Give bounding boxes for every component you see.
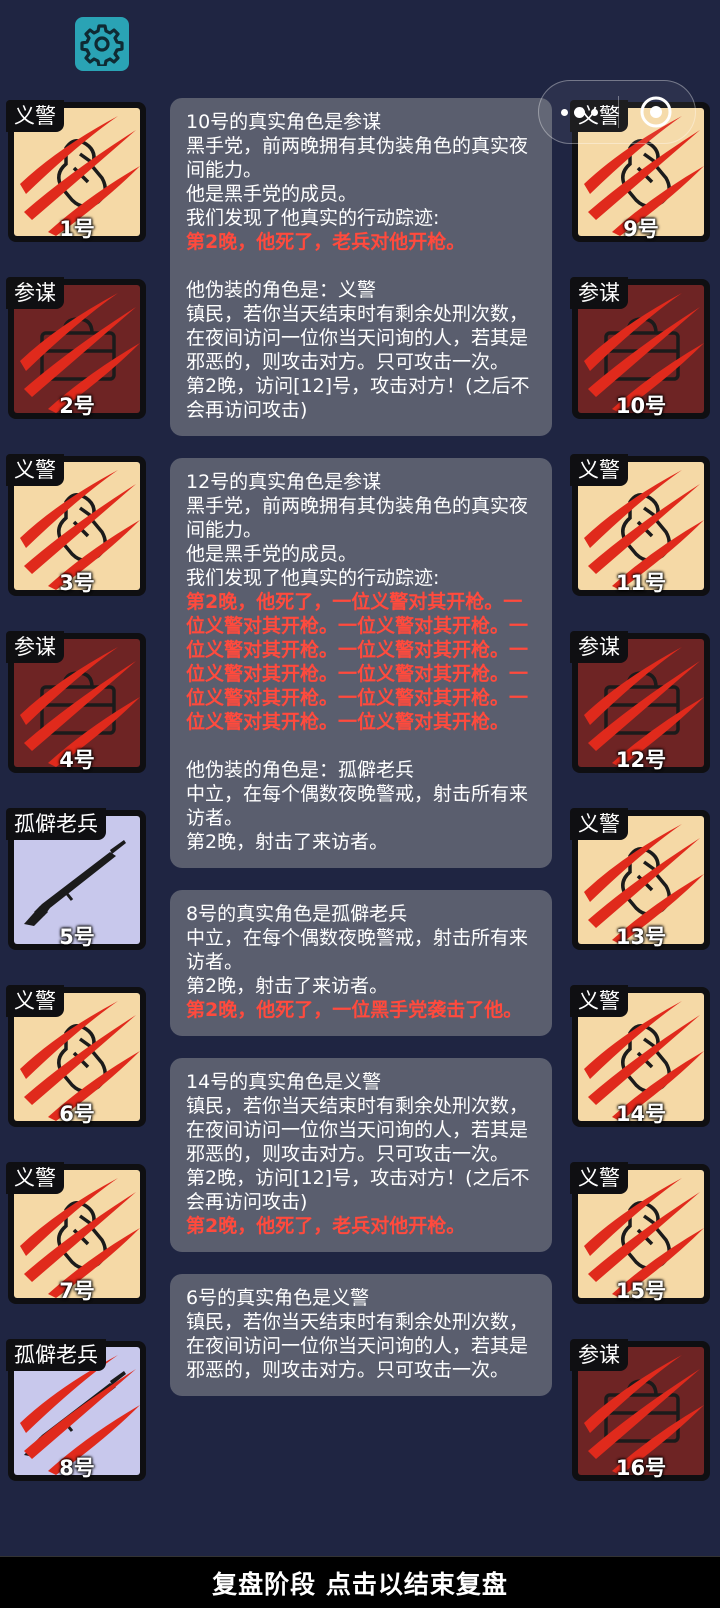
role-tag: 参谋 xyxy=(6,631,64,663)
player-number: 5号 xyxy=(59,925,95,949)
message-line: 他伪装的角色是：义警 xyxy=(186,279,377,301)
message-line: 镇民，若你当天结束时有剩余处刑次数，在夜间访问一位你当天问询的人，若其是邪恶的，… xyxy=(186,1095,529,1165)
message-line: 他是黑手党的成员。 xyxy=(186,543,358,565)
message-line: 10号的真实角色是参谋 xyxy=(186,111,382,133)
player-number: 4号 xyxy=(59,748,95,772)
message-line: 6号的真实角色是义警 xyxy=(186,1287,370,1309)
role-tag: 孤僻老兵 xyxy=(6,808,106,840)
review-message: 14号的真实角色是义警 镇民，若你当天结束时有剩余处刑次数，在夜间访问一位你当天问… xyxy=(170,1058,552,1252)
player-number: 13号 xyxy=(615,925,667,949)
role-tag: 参谋 xyxy=(6,277,64,309)
message-line: 黑手党，前两晚拥有其伪装角色的真实夜间能力。 xyxy=(186,495,529,541)
role-tag: 义警 xyxy=(570,808,628,840)
review-message: 10号的真实角色是参谋 黑手党，前两晚拥有其伪装角色的真实夜间能力。 他是黑手党的成… xyxy=(170,98,552,436)
role-tag: 义警 xyxy=(6,454,64,486)
message-line: 第2晚，访问[12]号，攻击对方！(之后不会再访问攻击) xyxy=(186,375,530,421)
capsule-divider xyxy=(618,96,619,128)
player-number: 10号 xyxy=(615,394,667,418)
review-message: 8号的真实角色是孤僻老兵 中立，在每个偶数夜晚警戒，射击所有来访者。 第2晚，射击了… xyxy=(170,890,552,1036)
role-tag: 义警 xyxy=(570,985,628,1017)
end-review-label: 复盘阶段 点击以结束复盘 xyxy=(212,1569,508,1599)
rifle-icon xyxy=(24,840,126,926)
player-number: 12号 xyxy=(615,748,667,772)
message-spacer xyxy=(186,254,538,278)
player-card[interactable]: 义警 13号 xyxy=(570,808,712,950)
player-card[interactable]: 参谋 2号 xyxy=(6,277,148,419)
player-card[interactable]: 义警 1号 xyxy=(6,100,148,242)
player-card[interactable]: 义警 14号 xyxy=(570,985,712,1127)
death-report-line: 第2晚，他死了，老兵对他开枪。 xyxy=(186,1215,466,1237)
end-review-button[interactable]: 复盘阶段 点击以结束复盘 xyxy=(0,1556,720,1608)
role-tag: 义警 xyxy=(570,1162,628,1194)
message-spacer xyxy=(186,734,538,758)
message-line: 中立，在每个偶数夜晚警戒，射击所有来访者。 xyxy=(186,783,529,829)
player-card[interactable]: 义警 11号 xyxy=(570,454,712,596)
message-line: 第2晚，射击了来访者。 xyxy=(186,975,389,997)
player-number: 15号 xyxy=(615,1279,667,1303)
message-line: 12号的真实角色是参谋 xyxy=(186,471,382,493)
player-number: 9号 xyxy=(623,217,659,241)
message-line: 我们发现了他真实的行动踪迹: xyxy=(186,567,440,589)
more-dots-icon[interactable] xyxy=(561,106,598,118)
message-line: 镇民，若你当天结束时有剩余处刑次数，在夜间访问一位你当天问询的人，若其是邪恶的，… xyxy=(186,303,529,373)
role-tag: 参谋 xyxy=(570,631,628,663)
review-message-list[interactable]: 10号的真实角色是参谋 黑手党，前两晚拥有其伪装角色的真实夜间能力。 他是黑手党的成… xyxy=(170,98,552,1516)
settings-button[interactable] xyxy=(75,17,129,71)
player-card[interactable]: 义警 7号 xyxy=(6,1162,148,1304)
player-card[interactable]: 孤僻老兵 8号 xyxy=(6,1339,148,1481)
player-card[interactable]: 义警 6号 xyxy=(6,985,148,1127)
role-tag: 参谋 xyxy=(570,1339,628,1371)
player-number: 2号 xyxy=(59,394,95,418)
message-line: 第2晚，访问[12]号，攻击对方！(之后不会再访问攻击) xyxy=(186,1167,530,1213)
role-tag: 义警 xyxy=(6,1162,64,1194)
message-line: 黑手党，前两晚拥有其伪装角色的真实夜间能力。 xyxy=(186,135,529,181)
death-report-line: 第2晚，他死了，一位黑手党袭击了他。 xyxy=(186,999,523,1021)
role-tag: 参谋 xyxy=(570,277,628,309)
gear-icon xyxy=(80,24,124,66)
message-line: 他是黑手党的成员。 xyxy=(186,183,358,205)
role-tag: 孤僻老兵 xyxy=(6,1339,106,1371)
player-number: 3号 xyxy=(59,571,95,595)
message-line: 8号的真实角色是孤僻老兵 xyxy=(186,903,408,925)
message-line: 14号的真实角色是义警 xyxy=(186,1071,382,1093)
message-line: 中立，在每个偶数夜晚警戒，射击所有来访者。 xyxy=(186,927,529,973)
player-number: 8号 xyxy=(59,1456,95,1480)
role-tag: 义警 xyxy=(6,985,64,1017)
mini-program-capsule xyxy=(538,80,696,144)
player-card[interactable]: 参谋 4号 xyxy=(6,631,148,773)
player-card[interactable]: 参谋 10号 xyxy=(570,277,712,419)
player-card[interactable]: 义警 15号 xyxy=(570,1162,712,1304)
review-message: 6号的真实角色是义警 镇民，若你当天结束时有剩余处刑次数，在夜间访问一位你当天问询… xyxy=(170,1274,552,1396)
player-number: 1号 xyxy=(59,217,95,241)
death-report-line: 第2晚，他死了，一位义警对其开枪。一位义警对其开枪。一位义警对其开枪。一位义警对… xyxy=(186,591,529,733)
review-message: 12号的真实角色是参谋 黑手党，前两晚拥有其伪装角色的真实夜间能力。 他是黑手党的成… xyxy=(170,458,552,868)
role-tag: 义警 xyxy=(570,454,628,486)
message-line: 他伪装的角色是：孤僻老兵 xyxy=(186,759,415,781)
role-tag: 义警 xyxy=(6,100,64,132)
death-report-line: 第2晚，他死了，老兵对他开枪。 xyxy=(186,231,466,253)
close-circle-icon[interactable] xyxy=(639,95,673,129)
player-card[interactable]: 孤僻老兵 5号 xyxy=(6,808,148,950)
player-number: 7号 xyxy=(59,1279,95,1303)
player-number: 11号 xyxy=(615,571,667,595)
player-number: 14号 xyxy=(615,1102,667,1126)
player-card[interactable]: 义警 3号 xyxy=(6,454,148,596)
player-number: 6号 xyxy=(59,1102,95,1126)
player-card[interactable]: 参谋 12号 xyxy=(570,631,712,773)
message-line: 第2晚，射击了来访者。 xyxy=(186,831,389,853)
player-number: 16号 xyxy=(615,1456,667,1480)
message-line: 镇民，若你当天结束时有剩余处刑次数，在夜间访问一位你当天问询的人，若其是邪恶的，… xyxy=(186,1311,529,1381)
player-card[interactable]: 参谋 16号 xyxy=(570,1339,712,1481)
message-line: 我们发现了他真实的行动踪迹: xyxy=(186,207,440,229)
